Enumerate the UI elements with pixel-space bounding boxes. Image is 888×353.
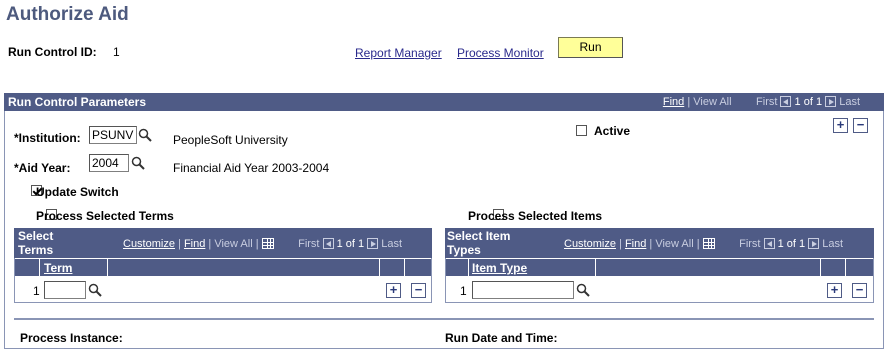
panel-navigation: Find | View All First 1 of 1 Last bbox=[663, 96, 860, 108]
panel-header: Run Control Parameters Find | View All F… bbox=[4, 93, 884, 111]
item-types-grid-title-line1: Select Item bbox=[447, 229, 511, 243]
report-manager-link[interactable]: Report Manager bbox=[355, 46, 442, 60]
terms-add-row-button[interactable]: + bbox=[386, 283, 401, 298]
items-last: Last bbox=[822, 238, 844, 250]
item-types-grid-header: Select Item Types Customize | Find | Vie… bbox=[445, 228, 874, 258]
panel-delete-button[interactable]: − bbox=[853, 118, 868, 133]
terms-view-all: View All bbox=[214, 238, 253, 250]
process-instance-label: Process Instance: bbox=[20, 331, 123, 345]
run-control-label: Run Control ID: bbox=[8, 45, 97, 59]
process-monitor-link[interactable]: Process Monitor bbox=[457, 46, 544, 60]
previous-arrow-icon bbox=[322, 238, 334, 249]
terms-count: 1 of 1 bbox=[336, 238, 365, 250]
lookup-icon[interactable] bbox=[138, 128, 152, 142]
items-delete-row-button[interactable]: − bbox=[852, 283, 867, 298]
item-types-column-header: Item Type bbox=[446, 259, 873, 276]
items-view-all: View All bbox=[655, 238, 694, 250]
separator: | bbox=[619, 238, 622, 250]
panel-last: Last bbox=[839, 96, 860, 108]
divider bbox=[14, 318, 874, 320]
term-column-header[interactable]: Term bbox=[44, 261, 72, 275]
panel-view-all: View All bbox=[693, 96, 732, 108]
items-add-row-button[interactable]: + bbox=[827, 283, 842, 298]
terms-grid-header: Select Terms Customize | Find | View All… bbox=[14, 228, 432, 258]
terms-customize-link[interactable]: Customize bbox=[123, 238, 175, 250]
terms-grid-title: Select Terms bbox=[18, 229, 53, 257]
lookup-icon[interactable] bbox=[576, 283, 590, 297]
panel-find-link[interactable]: Find bbox=[663, 96, 684, 108]
terms-grid-nav: Customize | Find | View All | First 1 of… bbox=[123, 238, 402, 250]
terms-last: Last bbox=[381, 238, 403, 250]
run-button[interactable]: Run bbox=[558, 37, 623, 58]
terms-grid-title-line1: Select bbox=[18, 229, 54, 243]
panel-title: Run Control Parameters bbox=[8, 95, 147, 109]
active-checkbox[interactable] bbox=[576, 125, 587, 136]
items-customize-link[interactable]: Customize bbox=[564, 238, 616, 250]
process-selected-items-label: Process Selected Items bbox=[468, 209, 603, 223]
panel-count: 1 of 1 bbox=[794, 96, 823, 108]
panel-add-button[interactable]: + bbox=[833, 118, 848, 133]
separator: | bbox=[649, 238, 653, 250]
item-types-grid-title-line2: Types bbox=[447, 243, 481, 257]
item-types-grid-nav: Customize | Find | View All | First 1 of… bbox=[564, 238, 843, 250]
terms-row-number: 1 bbox=[33, 284, 40, 298]
institution-label: *Institution: bbox=[14, 131, 81, 145]
next-arrow-icon bbox=[367, 238, 379, 249]
process-selected-terms-label: Process Selected Terms bbox=[36, 209, 174, 223]
items-row-number: 1 bbox=[460, 284, 467, 298]
terms-delete-row-button[interactable]: − bbox=[411, 283, 426, 298]
lookup-icon[interactable] bbox=[131, 156, 145, 170]
update-switch-label: Update Switch bbox=[36, 185, 119, 199]
separator: | bbox=[687, 96, 691, 108]
terms-column-header: Term bbox=[15, 259, 431, 276]
separator: | bbox=[178, 238, 181, 250]
download-grid-icon[interactable] bbox=[702, 238, 715, 249]
institution-input[interactable] bbox=[89, 126, 137, 144]
item-type-column-header[interactable]: Item Type bbox=[472, 261, 527, 275]
lookup-icon[interactable] bbox=[88, 283, 102, 297]
previous-arrow-icon bbox=[780, 96, 792, 107]
item-types-grid-title: Select Item Types bbox=[447, 229, 510, 257]
institution-description: PeopleSoft University bbox=[173, 133, 288, 147]
panel-first: First bbox=[756, 96, 778, 108]
download-grid-icon[interactable] bbox=[261, 238, 274, 249]
term-input[interactable] bbox=[44, 281, 86, 299]
run-control-value: 1 bbox=[113, 45, 120, 59]
separator: | bbox=[255, 238, 259, 250]
active-label: Active bbox=[594, 124, 631, 138]
aid-year-description: Financial Aid Year 2003-2004 bbox=[173, 161, 330, 175]
run-date-time-label: Run Date and Time: bbox=[445, 331, 558, 345]
separator: | bbox=[208, 238, 212, 250]
aid-year-label: *Aid Year: bbox=[14, 161, 71, 175]
terms-first: First bbox=[298, 238, 320, 250]
next-arrow-icon bbox=[825, 96, 837, 107]
next-arrow-icon bbox=[808, 238, 820, 249]
terms-grid-title-line2: Terms bbox=[18, 243, 54, 257]
terms-find-link[interactable]: Find bbox=[184, 238, 205, 250]
item-type-input[interactable] bbox=[472, 281, 574, 299]
page-title: Authorize Aid bbox=[6, 4, 129, 25]
items-count: 1 of 1 bbox=[777, 238, 806, 250]
items-first: First bbox=[739, 238, 761, 250]
separator: | bbox=[696, 238, 700, 250]
previous-arrow-icon bbox=[763, 238, 775, 249]
aid-year-input[interactable] bbox=[89, 154, 129, 172]
items-find-link[interactable]: Find bbox=[625, 238, 646, 250]
